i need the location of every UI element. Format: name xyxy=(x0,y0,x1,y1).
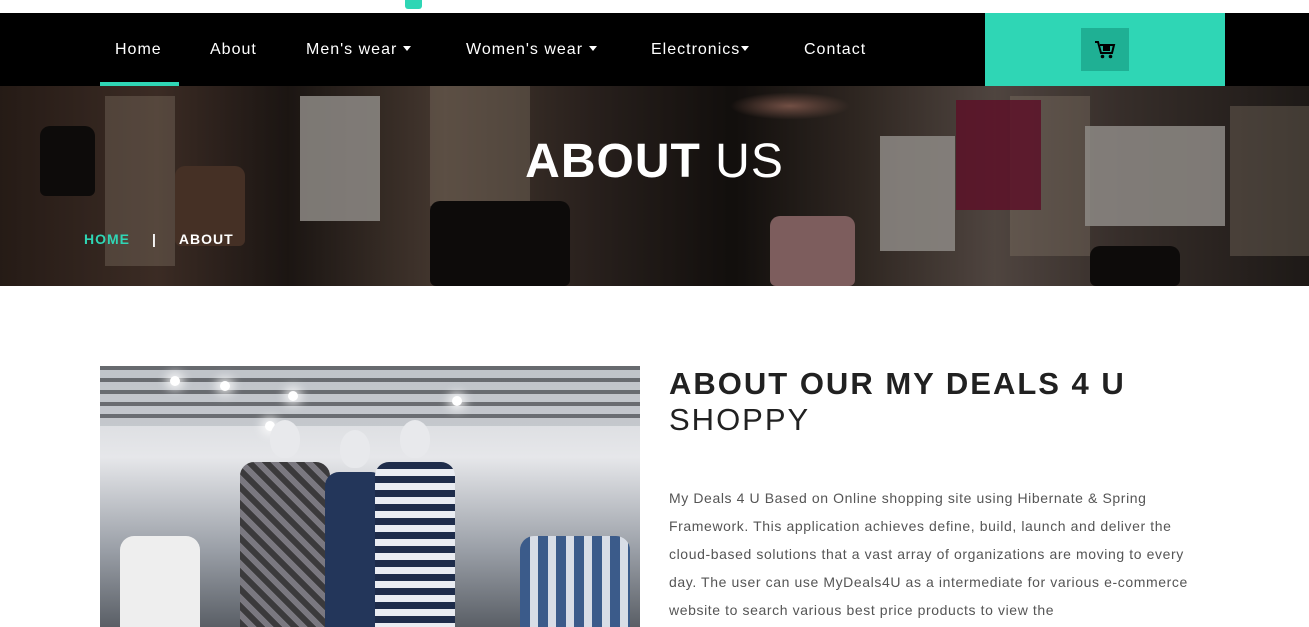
clothing-rack xyxy=(120,536,200,627)
cart-icon xyxy=(1095,40,1116,58)
mannequin-head xyxy=(340,430,370,468)
ceiling-light xyxy=(288,391,298,401)
mannequin-body xyxy=(375,462,455,627)
about-heading-light: SHOPPY xyxy=(669,402,811,437)
breadcrumb-separator: | xyxy=(152,231,157,247)
cart-panel xyxy=(985,13,1225,86)
mannequin xyxy=(520,536,630,627)
nav-item-mens-wear[interactable]: Men's wear xyxy=(306,13,412,86)
mannequin xyxy=(375,420,455,627)
ceiling-light xyxy=(220,381,230,391)
breadcrumb-current: ABOUT xyxy=(178,231,234,247)
nav-item-label: Women's wear xyxy=(466,41,584,58)
chevron-down-icon xyxy=(403,46,412,52)
nav-item-womens-wear[interactable]: Women's wear xyxy=(466,13,598,86)
mannequin-body xyxy=(240,462,330,627)
nav-item-electronics[interactable]: Electronics xyxy=(651,13,750,86)
cart-button[interactable] xyxy=(1081,28,1129,71)
breadcrumb: HOME | ABOUT xyxy=(84,231,234,247)
breadcrumb-home-link[interactable]: HOME xyxy=(84,231,130,247)
nav-item-label: Contact xyxy=(804,41,867,58)
hero-banner: ABOUT US HOME | ABOUT xyxy=(0,86,1309,286)
nav-item-label: Electronics xyxy=(651,41,741,58)
ceiling-light xyxy=(170,376,180,386)
about-description: My Deals 4 U Based on Online shopping si… xyxy=(669,490,1188,618)
page-title-light: US xyxy=(715,135,784,188)
clothing-rack xyxy=(520,536,630,627)
mannequin-head xyxy=(400,420,430,458)
mannequin-head xyxy=(270,420,300,458)
nav-item-label: Men's wear xyxy=(306,41,398,58)
mannequin xyxy=(240,420,330,627)
chevron-down-icon xyxy=(741,46,750,52)
store-mannequins-image xyxy=(100,366,640,627)
about-heading-bold: ABOUT OUR MY DEALS 4 U xyxy=(669,366,1126,401)
top-strip xyxy=(0,0,1309,13)
nav-item-home[interactable]: Home xyxy=(100,13,179,86)
ceiling-light xyxy=(452,396,462,406)
chevron-down-icon xyxy=(589,46,598,52)
nav-item-label: About xyxy=(210,41,257,58)
nav-item-contact[interactable]: Contact xyxy=(804,13,866,86)
nav-item-label: Home xyxy=(115,41,162,58)
top-accent-mark xyxy=(405,0,422,9)
nav-item-about[interactable]: About xyxy=(210,13,257,86)
page-title-bold: ABOUT xyxy=(525,135,701,188)
page-title: ABOUT US xyxy=(0,134,1309,189)
mannequin xyxy=(120,536,200,627)
store-ceiling xyxy=(100,366,640,426)
about-heading: ABOUT OUR MY DEALS 4 U SHOPPY xyxy=(669,366,1126,438)
